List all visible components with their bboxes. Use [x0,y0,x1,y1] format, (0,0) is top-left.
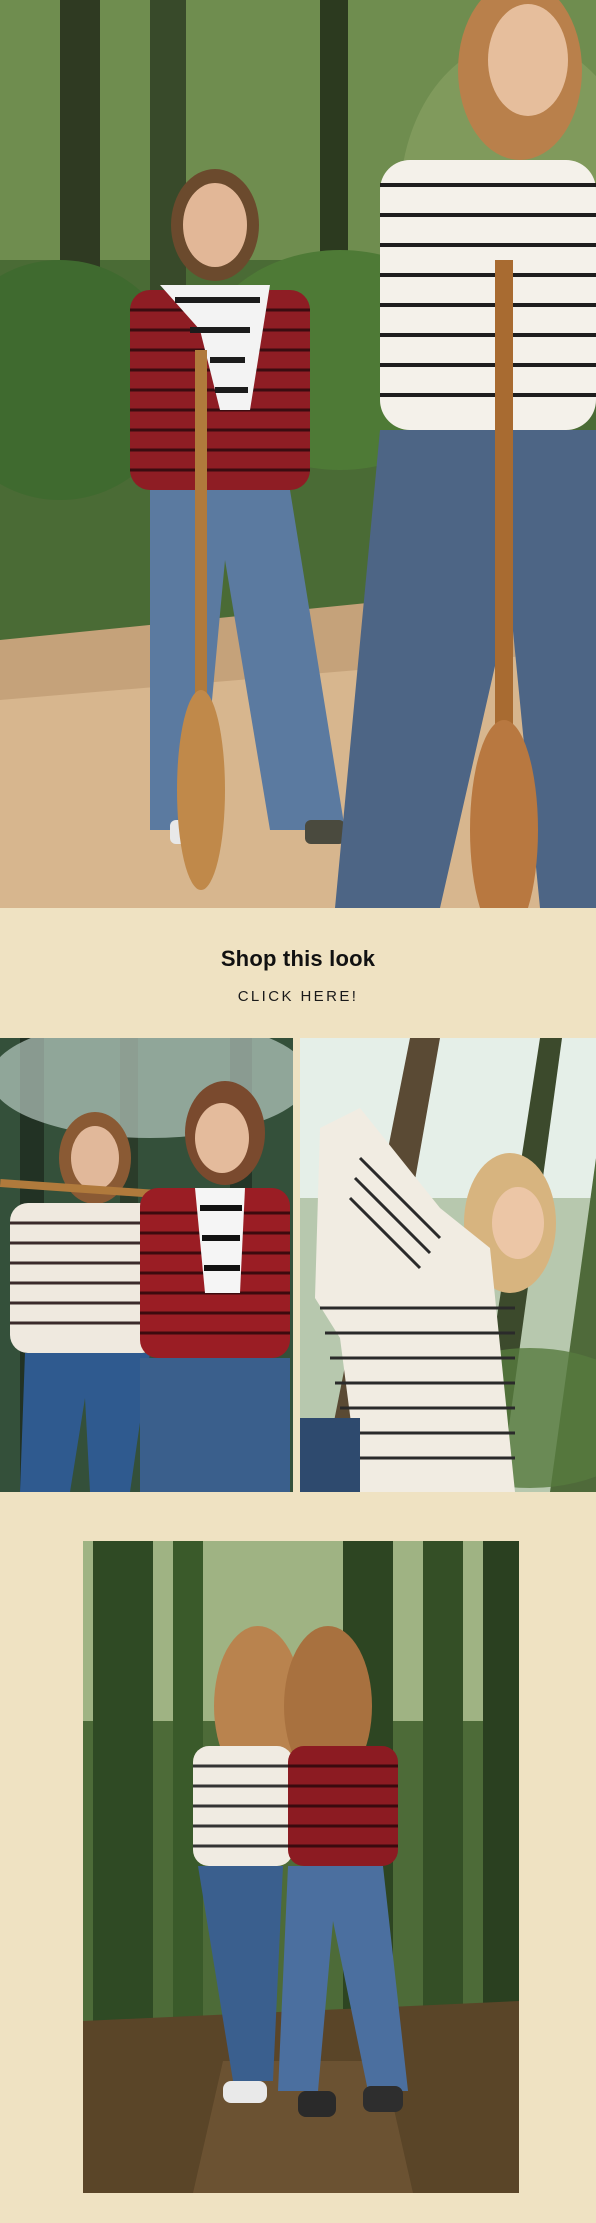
photo-pair [0,1038,596,1492]
shop-look-section: Shop this look CLICK HERE! [0,908,596,1036]
duo-left-photo [0,1038,293,1492]
bottom-photo-illustration [83,1541,519,2193]
duo-left-illustration [0,1038,293,1492]
duo-right-photo [300,1038,596,1492]
bottom-photo [83,1541,519,2193]
hero-photo [0,0,596,908]
shop-look-title: Shop this look [220,946,376,971]
lookbook-page: Shop this look CLICK HERE! [0,0,596,2223]
hero-photo-illustration [0,0,596,908]
click-here-link[interactable]: CLICK HERE! [238,988,359,1005]
duo-right-illustration [300,1038,596,1492]
